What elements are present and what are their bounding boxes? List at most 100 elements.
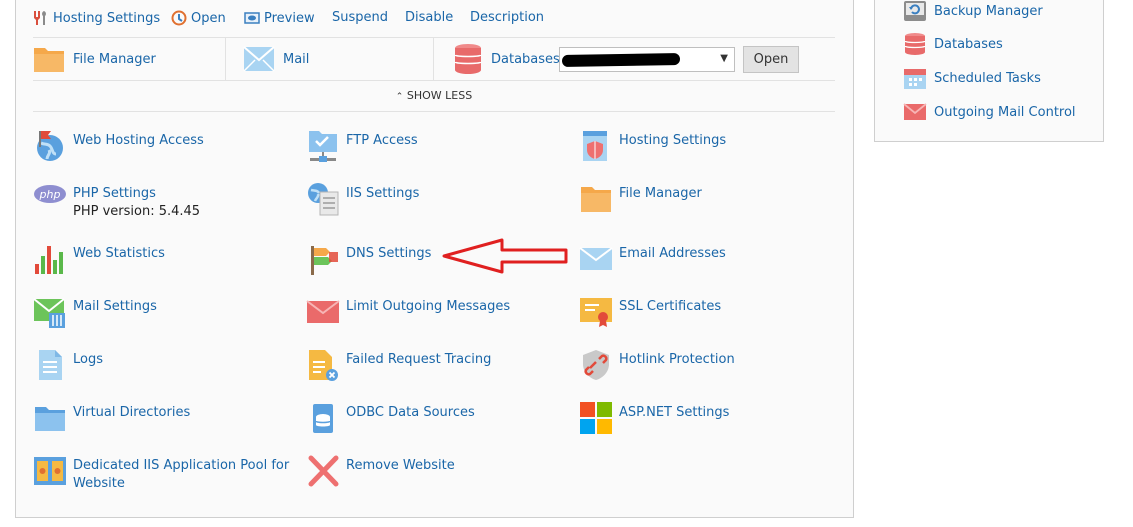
folder-icon [581, 187, 611, 212]
sidebar-item-databases-label: Databases [934, 36, 1003, 52]
wrench-icon [34, 11, 46, 25]
tool-iis-settings-label: IIS Settings [346, 186, 420, 201]
tool-virtual-directories-label: Virtual Directories [73, 405, 191, 420]
dns-signpost-icon [311, 246, 338, 275]
toolbar-disable-label: Disable [405, 10, 454, 25]
tool-php-settings-label: PHP Settings [73, 186, 156, 201]
document-icon [39, 350, 62, 380]
tool-aspnet-settings[interactable]: ASP.NET Settings [579, 401, 729, 435]
quick-databases[interactable]: Databases [453, 38, 560, 80]
hotlink-shield-icon [583, 350, 609, 380]
tool-email-addresses-label: Email Addresses [619, 246, 726, 261]
toolbar-suspend[interactable]: Suspend [332, 10, 388, 25]
toolbar-open-label: Open [191, 10, 226, 26]
tool-dedicated-app-pool[interactable]: Dedicated IIS Application Pool for Websi… [33, 454, 289, 493]
toolbar-preview[interactable]: Preview [244, 10, 315, 26]
tool-failed-request-tracing-label: Failed Request Tracing [346, 352, 492, 367]
php-icon: php [34, 185, 66, 203]
red-envelope-icon [306, 300, 340, 323]
tool-email-addresses[interactable]: Email Addresses [579, 242, 726, 276]
show-less-label: SHOW LESS [406, 89, 473, 102]
toolbar-disable[interactable]: Disable [405, 10, 453, 25]
tool-hosting-settings-label: Hosting Settings [619, 133, 727, 148]
tool-web-statistics-label: Web Statistics [73, 246, 165, 261]
globe-open-icon [171, 10, 187, 26]
database-icon [904, 33, 926, 55]
toolbar-description-label: Description [470, 10, 545, 25]
tool-ftp-access-label: FTP Access [346, 133, 418, 148]
tool-mail-settings-label: Mail Settings [73, 299, 157, 314]
tool-hotlink-protection-label: Hotlink Protection [619, 352, 735, 367]
red-envelope-icon [903, 103, 927, 120]
quick-divider [433, 38, 434, 80]
quick-file-manager-label: File Manager [73, 51, 156, 67]
backup-icon [904, 1, 926, 21]
tool-file-manager[interactable]: File Manager [579, 182, 702, 216]
tool-limit-outgoing[interactable]: Limit Outgoing Messages [306, 295, 510, 329]
tool-logs-label: Logs [73, 352, 103, 367]
database-open-button[interactable]: Open [743, 46, 799, 73]
sidebar-item-backup-manager-label: Backup Manager [934, 3, 1043, 19]
tool-odbc-label: ODBC Data Sources [346, 405, 475, 420]
sidebar-item-scheduled-tasks-label: Scheduled Tasks [934, 70, 1041, 86]
database-select[interactable]: ▼ [559, 47, 735, 72]
quick-divider [225, 38, 226, 80]
globe-flag-icon [37, 131, 63, 161]
tool-remove-website[interactable]: Remove Website [306, 454, 455, 488]
tool-odbc[interactable]: ODBC Data Sources [306, 401, 475, 435]
toolbar-description[interactable]: Description [470, 10, 544, 25]
php-version-text: PHP version: 5.4.45 [73, 204, 201, 219]
tool-web-statistics[interactable]: Web Statistics [33, 242, 165, 276]
tool-limit-outgoing-label: Limit Outgoing Messages [346, 299, 511, 314]
calendar-icon [904, 69, 926, 89]
tool-logs[interactable]: Logs [33, 348, 103, 382]
ftp-folder-icon [309, 131, 337, 162]
hosting-shield-icon [583, 131, 607, 161]
divider [33, 111, 835, 112]
sidebar-item-databases[interactable]: Databases [903, 32, 1003, 56]
toolbar-preview-label: Preview [264, 10, 315, 26]
tool-php-settings[interactable]: php PHP Settings PHP version: 5.4.45 [33, 182, 200, 221]
bar-chart-icon [35, 246, 63, 274]
tool-ftp-access[interactable]: FTP Access [306, 129, 418, 163]
preview-icon [244, 12, 260, 24]
tool-failed-request-tracing[interactable]: Failed Request Tracing [306, 348, 491, 382]
tool-remove-website-label: Remove Website [346, 458, 455, 473]
certificate-icon [580, 298, 612, 327]
redacted-value [561, 52, 681, 68]
tool-dedicated-app-pool-line1: Dedicated IIS Application Pool for [73, 458, 290, 473]
toolbar-open[interactable]: Open [171, 10, 226, 26]
envelope-icon [243, 46, 275, 72]
annotation-arrow [442, 238, 568, 274]
tool-dns-settings-label: DNS Settings [346, 246, 432, 261]
quick-mail-label: Mail [283, 51, 310, 67]
tool-hosting-settings[interactable]: Hosting Settings [579, 129, 726, 163]
app-pool-icon [34, 457, 66, 485]
remove-x-icon [308, 455, 339, 487]
show-less-toggle[interactable]: ⌃ SHOW LESS [33, 89, 835, 102]
tool-dns-settings[interactable]: DNS Settings [306, 242, 431, 276]
database-icon [454, 44, 482, 74]
chevron-down-icon: ▼ [720, 53, 728, 64]
toolbar-hosting-settings[interactable]: Hosting Settings [33, 10, 160, 26]
tool-iis-settings[interactable]: IIS Settings [306, 182, 419, 216]
toolbar-hosting-settings-label: Hosting Settings [53, 10, 161, 26]
tool-web-hosting-access[interactable]: Web Hosting Access [33, 129, 204, 163]
sidebar-item-backup-manager[interactable]: Backup Manager [903, 0, 1043, 23]
tool-file-manager-label: File Manager [619, 186, 702, 201]
quick-file-manager[interactable]: File Manager [33, 38, 156, 80]
tool-hotlink-protection[interactable]: Hotlink Protection [579, 348, 735, 382]
chevron-up-icon: ⌃ [395, 92, 404, 102]
tool-virtual-directories[interactable]: Virtual Directories [33, 401, 190, 435]
tool-ssl-certificates-label: SSL Certificates [619, 299, 722, 314]
quick-mail[interactable]: Mail [243, 38, 309, 80]
svg-text:php: php [39, 188, 61, 201]
sidebar-item-outgoing-mail-control-label: Outgoing Mail Control [934, 104, 1076, 120]
tool-dedicated-app-pool-line2: Website [73, 476, 125, 491]
tool-dedicated-app-pool-label: Dedicated IIS Application Pool for Websi… [73, 454, 289, 493]
tool-ssl-certificates[interactable]: SSL Certificates [579, 295, 721, 329]
sidebar-item-outgoing-mail-control[interactable]: Outgoing Mail Control [903, 100, 1076, 124]
tool-mail-settings[interactable]: Mail Settings [33, 295, 157, 329]
sidebar-item-scheduled-tasks[interactable]: Scheduled Tasks [903, 66, 1041, 90]
folder-icon [34, 48, 64, 72]
